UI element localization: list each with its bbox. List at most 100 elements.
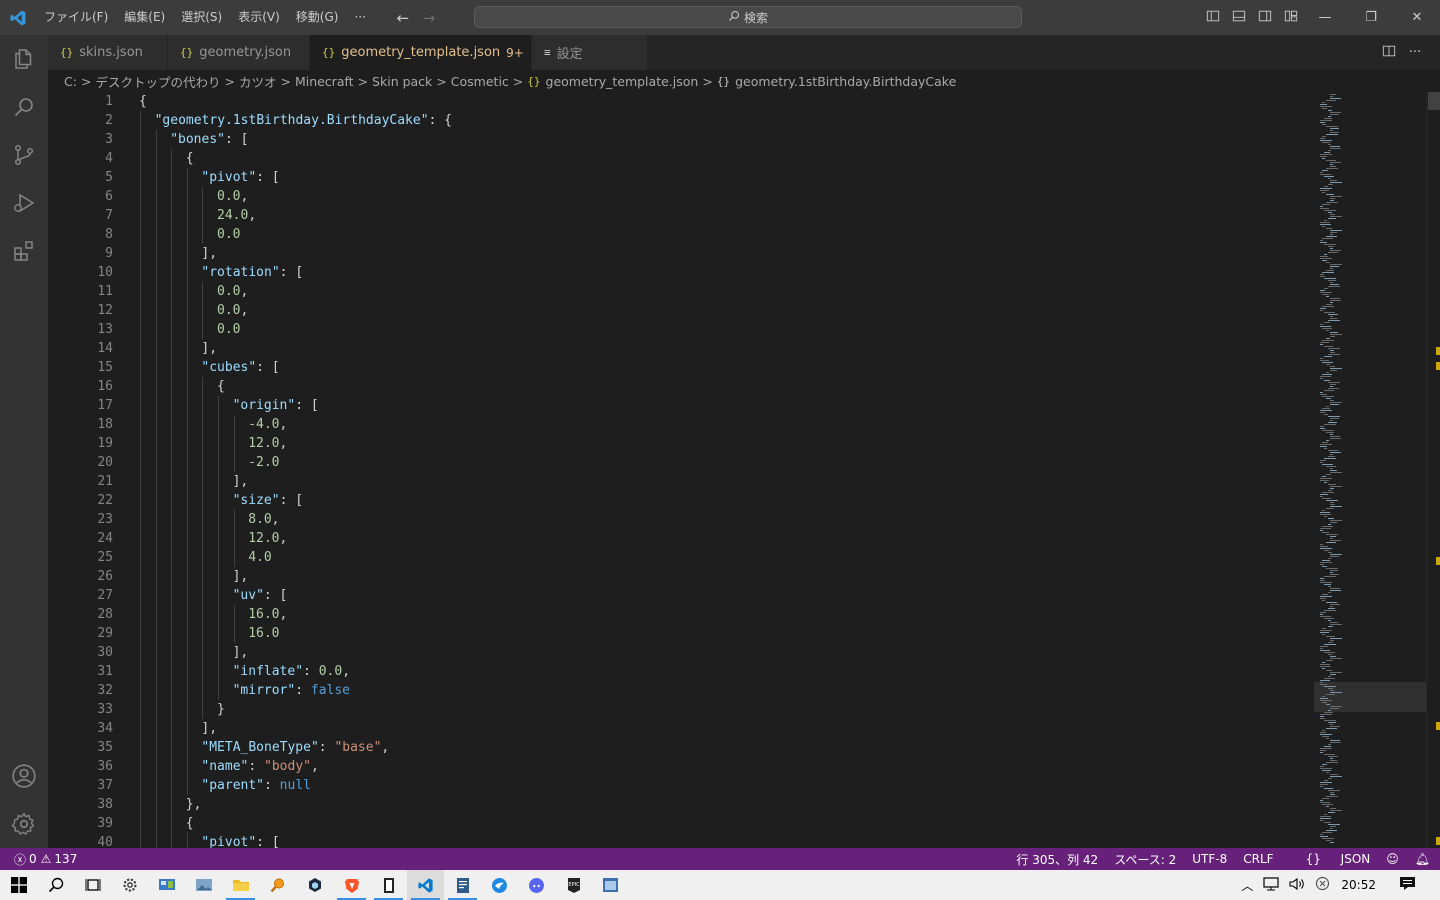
- arrow-left-icon[interactable]: ←: [390, 9, 416, 27]
- split-editor-icon[interactable]: [1376, 44, 1402, 62]
- manage-gear-icon[interactable]: [0, 800, 48, 848]
- code-line[interactable]: 18 -4.0,: [48, 415, 1314, 434]
- breadcrumb-item[interactable]: デスクトップの代わり: [95, 72, 220, 91]
- menu-item[interactable]: 移動(G): [288, 0, 347, 35]
- breadcrumb-file[interactable]: geometry_template.json: [546, 74, 699, 89]
- breadcrumb-item[interactable]: Skin pack: [372, 74, 432, 89]
- code-line[interactable]: 11 0.0,: [48, 282, 1314, 301]
- search-icon[interactable]: [37, 870, 74, 900]
- code-line[interactable]: 3 "bones": [: [48, 130, 1314, 149]
- code-line[interactable]: 1{: [48, 92, 1314, 111]
- code-line[interactable]: 27 "uv": [: [48, 586, 1314, 605]
- app-blue-circle-icon[interactable]: [481, 870, 518, 900]
- search-icon[interactable]: [0, 83, 48, 131]
- code-line[interactable]: 34],: [48, 719, 1314, 738]
- vscode-icon[interactable]: [407, 870, 444, 900]
- code-line[interactable]: 2 "geometry.1stBirthday.BirthdayCake": {: [48, 111, 1314, 130]
- breadcrumb-item[interactable]: Cosmetic: [451, 74, 509, 89]
- accounts-icon[interactable]: [0, 752, 48, 800]
- settings-icon[interactable]: [111, 870, 148, 900]
- code-line[interactable]: 15 "cubes": [: [48, 358, 1314, 377]
- code-line[interactable]: 20 -2.0: [48, 453, 1314, 472]
- breadcrumb-item[interactable]: C:: [64, 74, 77, 89]
- more-actions-icon[interactable]: ···: [1402, 45, 1428, 60]
- code-line[interactable]: 25 4.0: [48, 548, 1314, 567]
- toggle-primary-sidebar-icon[interactable]: [1200, 9, 1226, 27]
- app-status-icon[interactable]: [1315, 876, 1330, 894]
- code-line[interactable]: 9],: [48, 244, 1314, 263]
- code-line[interactable]: 24 12.0,: [48, 529, 1314, 548]
- code-editor[interactable]: 1{2 "geometry.1stBirthday.BirthdayCake": …: [48, 92, 1314, 848]
- menu-item[interactable]: 表示(V): [230, 0, 288, 35]
- notifications-bell-icon[interactable]: 🔔︎: [1415, 852, 1430, 866]
- volume-icon[interactable]: [1289, 877, 1305, 894]
- editor-scrollbar[interactable]: [1426, 92, 1440, 848]
- network-icon[interactable]: [1263, 876, 1280, 894]
- menu-item[interactable]: 選択(S): [173, 0, 230, 35]
- run-debug-icon[interactable]: [0, 179, 48, 227]
- breadcrumb-item[interactable]: Minecraft: [295, 74, 354, 89]
- code-line[interactable]: 35 "META_BoneType": "base",: [48, 738, 1314, 757]
- app-hex-icon[interactable]: [296, 870, 333, 900]
- code-line[interactable]: 23 8.0,: [48, 510, 1314, 529]
- menu-item[interactable]: 編集(E): [116, 0, 173, 35]
- code-line[interactable]: 10 "rotation": [: [48, 263, 1314, 282]
- restore-icon[interactable]: ❐: [1348, 0, 1394, 35]
- chevron-up-icon[interactable]: ︿: [1241, 877, 1253, 894]
- toggle-secondary-sidebar-icon[interactable]: [1252, 9, 1278, 27]
- scrollbar-thumb[interactable]: [1428, 92, 1440, 110]
- minimize-icon[interactable]: —: [1302, 0, 1348, 35]
- file-explorer-icon[interactable]: [222, 870, 259, 900]
- encoding[interactable]: UTF-8: [1192, 852, 1227, 866]
- end-of-line[interactable]: CRLF: [1243, 852, 1273, 866]
- code-line[interactable]: 17 "origin": [: [48, 396, 1314, 415]
- code-line[interactable]: 29 16.0: [48, 624, 1314, 643]
- code-line[interactable]: 5 "pivot": [: [48, 168, 1314, 187]
- arrow-right-icon[interactable]: →: [416, 9, 442, 27]
- windows-start-icon[interactable]: [0, 870, 37, 900]
- code-line[interactable]: 36 "name": "body",: [48, 757, 1314, 776]
- code-line[interactable]: 33}: [48, 700, 1314, 719]
- code-line[interactable]: 13 0.0: [48, 320, 1314, 339]
- code-line[interactable]: 22 "size": [: [48, 491, 1314, 510]
- code-line[interactable]: 38},: [48, 795, 1314, 814]
- tab-geometry-template-json[interactable]: {} geometry_template.json 9+ ✕: [310, 35, 544, 70]
- code-line[interactable]: 12 0.0,: [48, 301, 1314, 320]
- problems-indicator[interactable]: ⓧ 0 ⚠ 137: [0, 851, 77, 868]
- code-line[interactable]: 14],: [48, 339, 1314, 358]
- customize-layout-icon[interactable]: [1278, 9, 1304, 27]
- minimap[interactable]: [1314, 92, 1426, 848]
- notepad-icon[interactable]: [370, 870, 407, 900]
- code-line[interactable]: 6 0.0,: [48, 187, 1314, 206]
- close-icon[interactable]: ✕: [1394, 0, 1440, 35]
- code-line[interactable]: 21],: [48, 472, 1314, 491]
- code-line[interactable]: 4{: [48, 149, 1314, 168]
- source-control-icon[interactable]: [0, 131, 48, 179]
- indentation[interactable]: スペース: 2: [1114, 851, 1176, 868]
- tab-settings[interactable]: ≡ 設定: [532, 35, 648, 70]
- feedback-icon[interactable]: ☺: [1386, 852, 1399, 866]
- tab-geometry-json[interactable]: {} geometry.json: [168, 35, 310, 70]
- control-panel-icon[interactable]: [148, 870, 185, 900]
- code-line[interactable]: 31 "inflate": 0.0,: [48, 662, 1314, 681]
- code-line[interactable]: 7 24.0,: [48, 206, 1314, 225]
- breadcrumb-item[interactable]: カツオ: [239, 72, 277, 91]
- discord-icon[interactable]: [518, 870, 555, 900]
- epic-games-icon[interactable]: EPIC: [555, 870, 592, 900]
- code-line[interactable]: 28 16.0,: [48, 605, 1314, 624]
- code-line[interactable]: 16 {: [48, 377, 1314, 396]
- clock-time[interactable]: 20:52: [1341, 878, 1376, 892]
- menu-item[interactable]: ···: [346, 0, 373, 35]
- code-line[interactable]: 32 "mirror": false: [48, 681, 1314, 700]
- app-window-icon[interactable]: [592, 870, 629, 900]
- code-line[interactable]: 8 0.0: [48, 225, 1314, 244]
- task-view-icon[interactable]: [74, 870, 111, 900]
- photos-icon[interactable]: [185, 870, 222, 900]
- code-line[interactable]: 37 "parent": null: [48, 776, 1314, 795]
- code-line[interactable]: 19 12.0,: [48, 434, 1314, 453]
- everything-search-icon[interactable]: [259, 870, 296, 900]
- extensions-icon[interactable]: [0, 227, 48, 275]
- text-editor-icon[interactable]: [444, 870, 481, 900]
- brave-browser-icon[interactable]: [333, 870, 370, 900]
- code-line[interactable]: 40 "pivot": [: [48, 833, 1314, 848]
